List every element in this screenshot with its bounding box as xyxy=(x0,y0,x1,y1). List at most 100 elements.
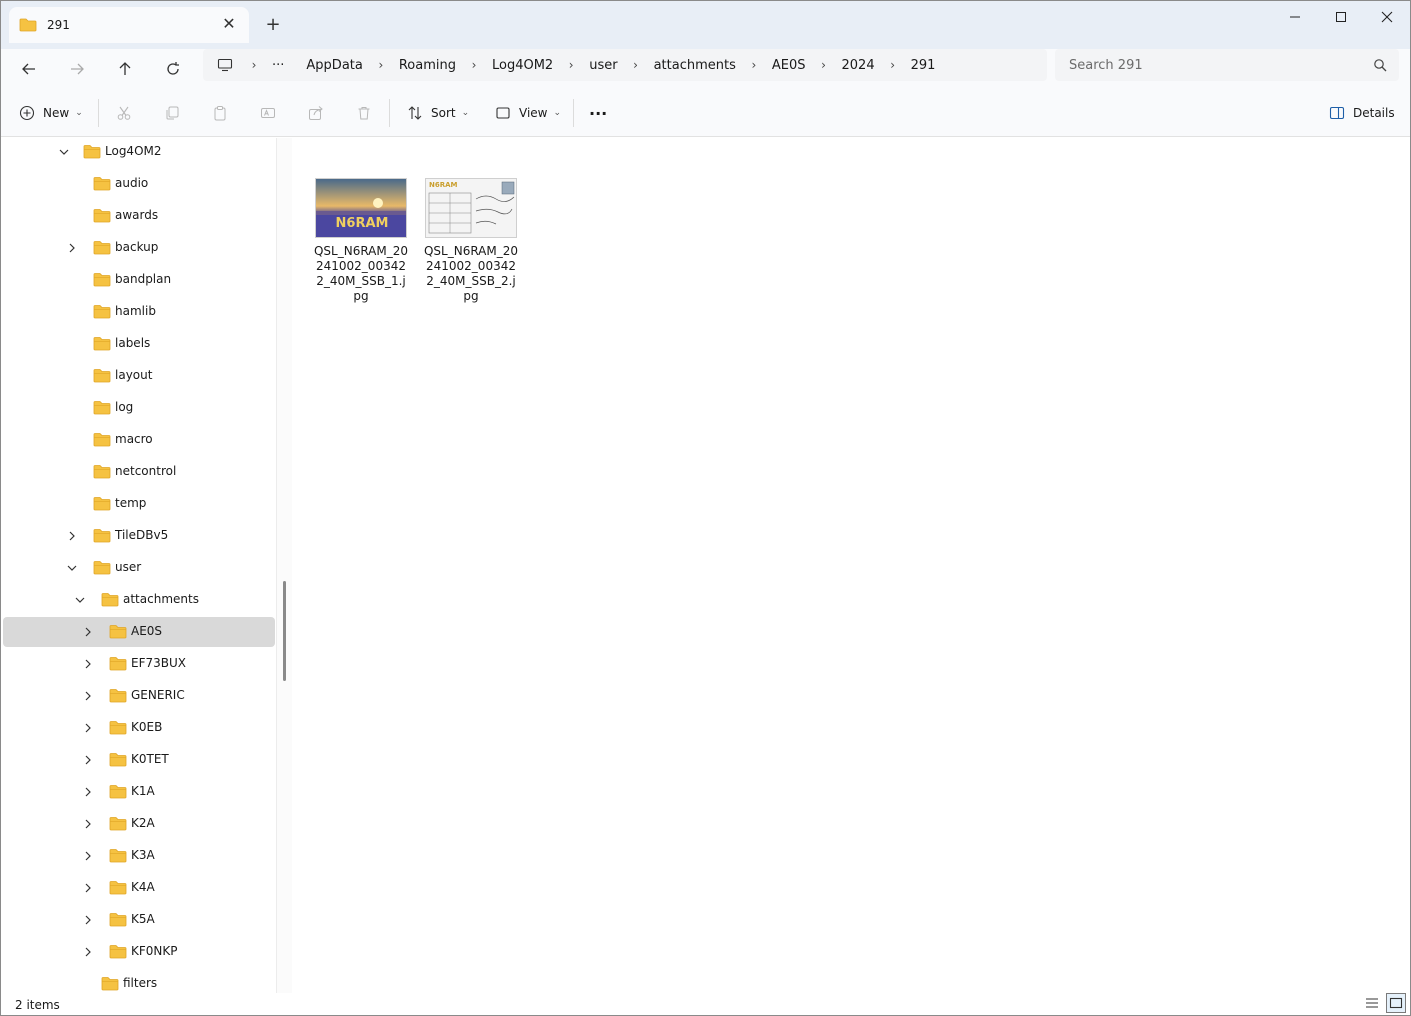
list-view-icon xyxy=(1366,998,1378,1008)
breadcrumb-appdata[interactable]: AppData xyxy=(306,58,362,73)
tree-item-ae0s[interactable]: AE0S xyxy=(3,617,275,647)
tree-item-k5a[interactable]: K5A xyxy=(3,905,275,935)
tree-item-bandplan[interactable]: bandplan xyxy=(3,265,275,295)
tree-item-awards[interactable]: awards xyxy=(3,201,275,231)
plus-circle-icon xyxy=(19,105,35,121)
chevron-down-icon[interactable] xyxy=(74,594,86,606)
search-icon xyxy=(1374,59,1387,72)
sort-button[interactable]: Sort ⌄ xyxy=(407,101,469,125)
tree-item-label: awards xyxy=(115,208,159,222)
chevron-right-icon[interactable]: › xyxy=(747,58,761,72)
breadcrumb-log4om2[interactable]: Log4OM2 xyxy=(492,58,553,73)
chevron-right-icon[interactable] xyxy=(82,786,94,798)
breadcrumb-attachments[interactable]: attachments xyxy=(654,58,736,73)
tree-item-labels[interactable]: labels xyxy=(3,329,275,359)
tree-item-k0eb[interactable]: K0EB xyxy=(3,713,275,743)
chevron-right-icon[interactable]: › xyxy=(467,58,481,72)
tree-item-macro[interactable]: macro xyxy=(3,425,275,455)
delete-button[interactable] xyxy=(356,101,372,125)
search-input[interactable]: Search 291 xyxy=(1055,49,1399,81)
paste-button[interactable] xyxy=(212,101,228,125)
chevron-right-icon[interactable] xyxy=(82,882,94,894)
folder-icon xyxy=(93,240,111,258)
chevron-right-icon[interactable] xyxy=(66,530,78,542)
chevron-right-icon[interactable] xyxy=(82,690,94,702)
see-more-button[interactable]: ··· xyxy=(589,101,607,125)
chevron-right-icon[interactable] xyxy=(82,754,94,766)
new-button[interactable]: New ⌄ xyxy=(19,101,83,125)
tree-item-log[interactable]: log xyxy=(3,393,275,423)
tree-item-tiledbv5[interactable]: TileDBv5 xyxy=(3,521,275,551)
tree-item-generic[interactable]: GENERIC xyxy=(3,681,275,711)
chevron-right-icon[interactable] xyxy=(82,850,94,862)
tree-item-netcontrol[interactable]: netcontrol xyxy=(3,457,275,487)
chevron-right-icon[interactable]: › xyxy=(374,58,388,72)
chevron-down-icon[interactable] xyxy=(58,146,70,158)
tree-item-k4a[interactable]: K4A xyxy=(3,873,275,903)
chevron-right-icon[interactable]: › xyxy=(564,58,578,72)
nav-pane-scrollbar[interactable] xyxy=(283,581,286,681)
tree-item-label: K0EB xyxy=(131,720,163,734)
tree-item-filters[interactable]: filters xyxy=(3,969,275,993)
share-button[interactable] xyxy=(308,101,324,125)
file-item[interactable]: N6RAM QSL_N6RAM_20241002_003422_40M_SSB_… xyxy=(313,178,409,304)
file-item[interactable]: N6RAM QSL_N6RAM_20241002_003422_40M_SSB_… xyxy=(423,178,519,304)
breadcrumb-2024[interactable]: 2024 xyxy=(842,58,875,73)
tree-item-audio[interactable]: audio xyxy=(3,169,275,199)
tree-item-layout[interactable]: layout xyxy=(3,361,275,391)
details-button[interactable]: Details xyxy=(1329,101,1395,125)
chevron-down-icon[interactable] xyxy=(66,562,78,574)
forward-button[interactable] xyxy=(61,53,93,85)
maximize-button[interactable] xyxy=(1318,1,1364,33)
tree-item-log4om2[interactable]: Log4OM2 xyxy=(3,138,275,167)
up-button[interactable] xyxy=(109,53,141,85)
copy-button[interactable] xyxy=(164,101,180,125)
file-name: QSL_N6RAM_20241002_003422_40M_SSB_1.jpg xyxy=(313,244,409,303)
tab-291[interactable]: 291 ✕ xyxy=(9,7,249,43)
chevron-right-icon[interactable] xyxy=(82,818,94,830)
cut-button[interactable] xyxy=(116,101,132,125)
tree-item-user[interactable]: user xyxy=(3,553,275,583)
chevron-right-icon[interactable] xyxy=(82,914,94,926)
chevron-right-icon[interactable] xyxy=(82,946,94,958)
new-tab-button[interactable]: + xyxy=(263,15,283,35)
tree-item-k0tet[interactable]: K0TET xyxy=(3,745,275,775)
breadcrumb-user[interactable]: user xyxy=(589,58,617,73)
breadcrumb-ae0s[interactable]: AE0S xyxy=(772,58,806,73)
breadcrumb-more[interactable]: ··· xyxy=(272,58,284,73)
file-explorer-window: 291 ✕ + › ··· AppData › Roaming › Log4OM… xyxy=(0,0,1411,1016)
tree-item-kf0nkp[interactable]: KF0NKP xyxy=(3,937,275,967)
tree-item-backup[interactable]: backup xyxy=(3,233,275,263)
chevron-right-icon[interactable]: › xyxy=(886,58,900,72)
chevron-right-icon[interactable] xyxy=(82,658,94,670)
chevron-right-icon[interactable] xyxy=(82,626,94,638)
tree-item-label: backup xyxy=(115,240,159,254)
tree-item-hamlib[interactable]: hamlib xyxy=(3,297,275,327)
view-button[interactable]: View ⌄ xyxy=(495,101,561,125)
minimize-button[interactable] xyxy=(1272,1,1318,33)
close-window-button[interactable] xyxy=(1364,1,1410,33)
tree-item-k2a[interactable]: K2A xyxy=(3,809,275,839)
rename-button[interactable] xyxy=(260,101,276,125)
tree-item-label: K1A xyxy=(131,784,155,798)
chevron-right-icon[interactable]: › xyxy=(817,58,831,72)
chevron-right-icon[interactable] xyxy=(82,722,94,734)
breadcrumb-roaming[interactable]: Roaming xyxy=(399,58,456,73)
pane-splitter[interactable] xyxy=(276,138,292,993)
chevron-right-icon[interactable]: › xyxy=(629,58,643,72)
tab-close-icon[interactable]: ✕ xyxy=(221,16,237,32)
tree-item-attachments[interactable]: attachments xyxy=(3,585,275,615)
tree-item-temp[interactable]: temp xyxy=(3,489,275,519)
details-view-button[interactable] xyxy=(1362,993,1382,1013)
address-bar[interactable]: › ··· AppData › Roaming › Log4OM2 › user… xyxy=(203,49,1047,81)
view-icon xyxy=(496,107,510,119)
tree-item-k1a[interactable]: K1A xyxy=(3,777,275,807)
refresh-button[interactable] xyxy=(157,53,189,85)
breadcrumb-291[interactable]: 291 xyxy=(911,58,936,73)
tree-item-ef73bux[interactable]: EF73BUX xyxy=(3,649,275,679)
tiles-view-button[interactable] xyxy=(1386,993,1406,1013)
chevron-right-icon[interactable] xyxy=(66,242,78,254)
back-button[interactable] xyxy=(13,53,45,85)
thumb-callsign: N6RAM xyxy=(336,216,389,231)
tree-item-k3a[interactable]: K3A xyxy=(3,841,275,871)
